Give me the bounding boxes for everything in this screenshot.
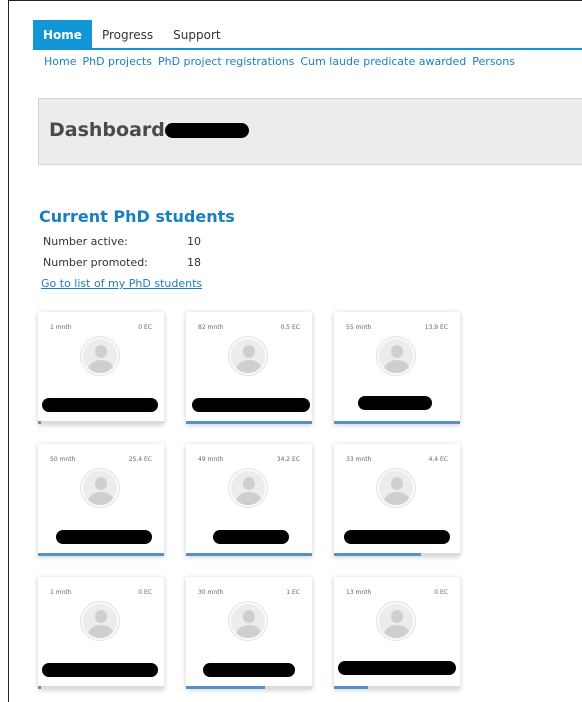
progress-bar xyxy=(334,686,460,689)
months-label: 49 mnth xyxy=(198,456,224,463)
redaction-bar xyxy=(42,398,158,412)
progress-fill xyxy=(186,421,312,424)
avatar-icon xyxy=(81,602,119,640)
student-card-meta: 33 mnth 4,4 EC xyxy=(346,456,448,463)
subnav-cum-laude[interactable]: Cum laude predicate awarded xyxy=(300,55,466,68)
redaction-bar xyxy=(56,530,152,544)
redaction-bar xyxy=(192,398,310,412)
nav-underline xyxy=(33,48,582,50)
subnav-home[interactable]: Home xyxy=(44,55,76,68)
student-card-meta: 30 mnth 1 EC xyxy=(198,589,300,596)
section-title: Current PhD students xyxy=(39,207,235,226)
student-card[interactable]: 49 mnth 34,2 EC xyxy=(186,444,312,556)
redaction-bar xyxy=(358,396,432,410)
progress-fill xyxy=(186,686,266,689)
subnav-persons[interactable]: Persons xyxy=(472,55,515,68)
ec-label: 1 EC xyxy=(286,589,300,596)
progress-bar xyxy=(38,686,164,689)
student-card-meta: 55 mnth 13,9 EC xyxy=(346,324,448,331)
progress-bar xyxy=(186,421,312,424)
student-card[interactable]: 50 mnth 25,4 EC xyxy=(38,444,164,556)
number-promoted-value: 18 xyxy=(187,256,201,269)
months-label: 1 mnth xyxy=(50,324,72,331)
months-label: 55 mnth xyxy=(346,324,372,331)
student-card-meta: 13 mnth 0 EC xyxy=(346,589,448,596)
student-card[interactable]: 82 mnth 0,5 EC xyxy=(186,312,312,424)
ec-label: 0 EC xyxy=(138,324,152,331)
progress-fill xyxy=(38,553,164,556)
dashboard-title: Dashboard xyxy=(49,119,165,141)
months-label: 50 mnth xyxy=(50,456,76,463)
redaction-bar xyxy=(344,530,450,544)
tab-support[interactable]: Support xyxy=(163,20,230,49)
student-card-meta: 1 mnth 0 EC xyxy=(50,324,152,331)
tab-home[interactable]: Home xyxy=(33,20,92,49)
student-card[interactable]: 33 mnth 4,4 EC xyxy=(334,444,460,556)
ec-label: 0 EC xyxy=(138,589,152,596)
months-label: 82 mnth xyxy=(198,324,224,331)
ec-label: 34,2 EC xyxy=(276,456,300,463)
number-active-label: Number active: xyxy=(43,235,128,248)
months-label: 13 mnth xyxy=(346,589,372,596)
student-card[interactable]: 1 mnth 0 EC xyxy=(38,312,164,424)
avatar-icon xyxy=(81,337,119,375)
progress-fill xyxy=(38,421,41,424)
progress-fill xyxy=(186,553,312,556)
months-label: 30 mnth xyxy=(198,589,224,596)
top-navigation: Home Progress Support xyxy=(33,20,231,49)
phd-students-list-link[interactable]: Go to list of my PhD students xyxy=(41,277,202,290)
avatar-icon xyxy=(377,469,415,507)
student-card-meta: 82 mnth 0,5 EC xyxy=(198,324,300,331)
progress-bar xyxy=(38,421,164,424)
student-card[interactable]: 55 mnth 13,9 EC xyxy=(334,312,460,424)
student-card-meta: 49 mnth 34,2 EC xyxy=(198,456,300,463)
sub-navigation: Home PhD projects PhD project registrati… xyxy=(44,55,521,68)
student-card-meta: 50 mnth 25,4 EC xyxy=(50,456,152,463)
student-card[interactable]: 30 mnth 1 EC xyxy=(186,577,312,689)
progress-bar xyxy=(38,553,164,556)
progress-fill xyxy=(38,686,41,689)
progress-bar xyxy=(334,553,460,556)
avatar-icon xyxy=(81,469,119,507)
ec-label: 0 EC xyxy=(434,589,448,596)
dashboard-header: Dashboard xyxy=(38,98,582,165)
student-card[interactable]: 13 mnth 0 EC xyxy=(334,577,460,689)
number-promoted-label: Number promoted: xyxy=(43,256,148,269)
avatar-icon xyxy=(229,602,267,640)
ec-label: 25,4 EC xyxy=(128,456,152,463)
progress-bar xyxy=(334,421,460,424)
student-card-meta: 1 mnth 0 EC xyxy=(50,589,152,596)
avatar-icon xyxy=(229,337,267,375)
redaction-bar xyxy=(203,663,295,677)
progress-fill xyxy=(334,553,421,556)
redaction-bar xyxy=(42,663,158,677)
number-active-value: 10 xyxy=(187,235,201,248)
progress-fill xyxy=(334,686,369,689)
progress-fill xyxy=(334,421,460,424)
progress-bar xyxy=(186,553,312,556)
redaction-bar xyxy=(165,123,249,138)
avatar-icon xyxy=(377,602,415,640)
subnav-phd-project-registrations[interactable]: PhD project registrations xyxy=(158,55,294,68)
redaction-bar xyxy=(338,661,456,675)
student-card[interactable]: 1 mnth 0 EC xyxy=(38,577,164,689)
ec-label: 4,4 EC xyxy=(428,456,448,463)
months-label: 33 mnth xyxy=(346,456,372,463)
months-label: 1 mnth xyxy=(50,589,72,596)
avatar-icon xyxy=(377,337,415,375)
progress-bar xyxy=(186,686,312,689)
redaction-bar xyxy=(213,530,289,544)
subnav-phd-projects[interactable]: PhD projects xyxy=(82,55,151,68)
ec-label: 13,9 EC xyxy=(424,324,448,331)
avatar-icon xyxy=(229,469,267,507)
ec-label: 0,5 EC xyxy=(280,324,300,331)
tab-progress[interactable]: Progress xyxy=(92,20,163,49)
